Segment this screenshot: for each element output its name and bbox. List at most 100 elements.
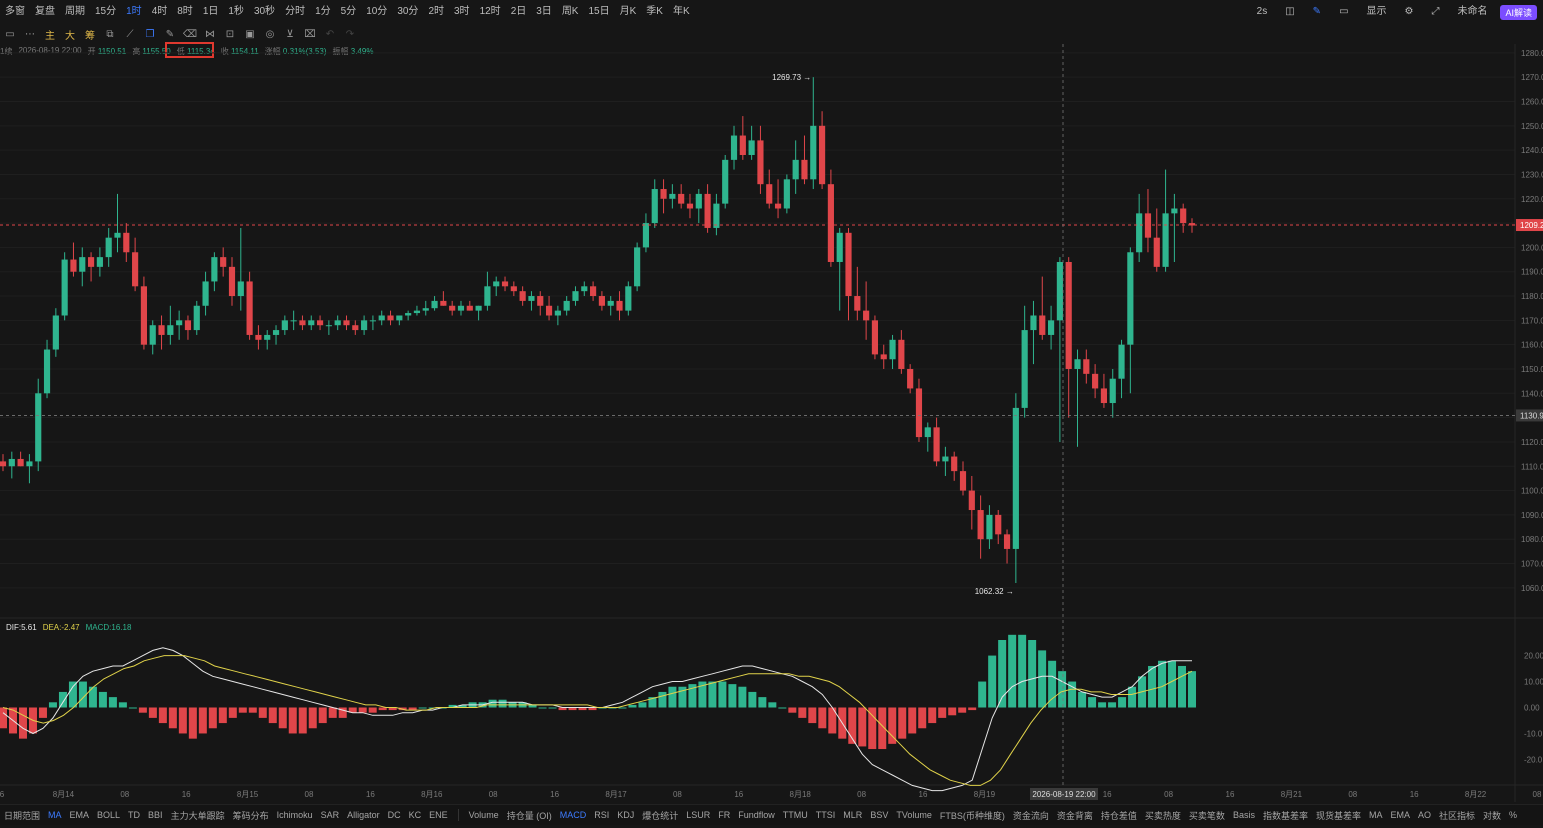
main-indicator-3[interactable]: BOLL: [93, 810, 124, 820]
price-tick-label: 1240.0: [1521, 146, 1543, 155]
main-indicator-8[interactable]: Ichimoku: [273, 810, 317, 820]
main-indicator-12[interactable]: KC: [405, 810, 426, 820]
sub-indicator-25[interactable]: AO: [1414, 810, 1435, 820]
macd-histogram-bar: [48, 702, 57, 708]
candle-body: [140, 286, 148, 345]
macd-histogram-bar: [1128, 686, 1137, 708]
candle-body: [801, 159, 808, 180]
sub-indicator-19[interactable]: 买卖笔数: [1185, 809, 1229, 822]
sub-indicator-2[interactable]: MACD: [556, 810, 591, 820]
candle-body: [272, 330, 280, 335]
time-tick-label: 08: [1164, 790, 1173, 799]
price-tick-label: 1270.0: [1521, 73, 1543, 82]
candle-body: [1109, 378, 1116, 404]
macd-histogram-bar: [1018, 634, 1027, 708]
macd-histogram-bar: [238, 707, 247, 713]
candle-body: [1127, 252, 1134, 345]
price-tick-label: 1080.0: [1521, 535, 1543, 544]
candle-body: [255, 334, 262, 340]
sub-indicator-28[interactable]: %: [1505, 810, 1521, 820]
macd-tick-label: 10.00: [1524, 678, 1543, 687]
candle-body: [114, 232, 121, 238]
sub-indicator-4[interactable]: KDJ: [613, 810, 638, 820]
sub-indicator-7[interactable]: FR: [714, 810, 734, 820]
sub-indicator-8[interactable]: Fundflow: [734, 810, 779, 820]
sub-indicator-10[interactable]: TTSI: [812, 810, 840, 820]
time-tick-label: 8月22: [1465, 790, 1487, 799]
main-indicator-10[interactable]: Alligator: [343, 810, 384, 820]
candle-body: [1153, 237, 1160, 267]
macd-tick-label: 20.00: [1524, 652, 1543, 661]
main-indicator-9[interactable]: SAR: [317, 810, 344, 820]
sub-indicator-12[interactable]: BSV: [866, 810, 892, 820]
candle-body: [924, 427, 931, 438]
sub-indicator-21[interactable]: 指数基差率: [1259, 809, 1312, 822]
candle-body: [378, 315, 385, 321]
main-indicator-6[interactable]: 主力大单跟踪: [167, 809, 229, 822]
sub-indicator-9[interactable]: TTMU: [779, 810, 812, 820]
sub-indicator-23[interactable]: MA: [1365, 810, 1387, 820]
sub-indicator-22[interactable]: 现货基差率: [1312, 809, 1365, 822]
candle-body: [484, 286, 491, 306]
sub-indicator-16[interactable]: 资金背离: [1053, 809, 1097, 822]
price-tick-label: 1220.0: [1521, 195, 1543, 204]
chart-overlays: 1209.2 1130.9 2026-08-19 22:00 1269.73 → 106…: [0, 44, 1543, 800]
main-indicator-2[interactable]: EMA: [66, 810, 94, 820]
sub-indicator-27[interactable]: 对数: [1479, 809, 1505, 822]
candle-body: [316, 320, 324, 326]
macd-histogram-bar: [498, 699, 507, 708]
price-tick-label: 1190.0: [1521, 268, 1543, 277]
main-indicator-0[interactable]: 日期范围: [0, 809, 44, 822]
macd-histogram-bar: [538, 707, 547, 709]
sub-indicator-1[interactable]: 持仓量 (OI): [503, 809, 556, 822]
price-chart[interactable]: 1280.0 1270.0 1260.0 1250.0 1240.0 1230.0 1220…: [0, 0, 1543, 802]
sub-indicator-3[interactable]: RSI: [590, 810, 613, 820]
main-indicator-13[interactable]: ENE: [425, 810, 452, 820]
sub-indicator-18[interactable]: 买卖热度: [1141, 809, 1185, 822]
sub-indicator-6[interactable]: LSUR: [682, 810, 714, 820]
candle-body: [669, 193, 676, 199]
candle-body: [1083, 359, 1090, 374]
macd-histogram-bar: [748, 691, 757, 708]
candle-body: [889, 339, 896, 360]
sub-indicator-15[interactable]: 资金流向: [1009, 809, 1053, 822]
price-tick-label: 1110.0: [1521, 462, 1543, 471]
sub-indicator-17[interactable]: 持仓差值: [1097, 809, 1141, 822]
candle-body: [79, 257, 86, 272]
sub-indicator-11[interactable]: MLR: [839, 810, 866, 820]
price-tick-label: 1140.0: [1521, 389, 1543, 398]
macd-histogram-bar: [158, 707, 167, 724]
main-indicator-7[interactable]: 筹码分布: [229, 809, 273, 822]
sub-indicator-26[interactable]: 社区指标: [1435, 809, 1479, 822]
main-indicator-4[interactable]: TD: [124, 810, 144, 820]
candle-body: [1056, 261, 1063, 321]
main-indicator-5[interactable]: BBI: [144, 810, 167, 820]
time-tick-label: 8月17: [605, 790, 627, 799]
time-tick-label: 08: [305, 790, 314, 799]
sub-indicator-14[interactable]: FTBS(币种维度): [936, 809, 1009, 822]
candle-body: [951, 456, 958, 472]
candle-body: [501, 281, 509, 287]
macd-histogram-bar: [118, 702, 127, 708]
macd-histogram-bar: [218, 707, 227, 724]
candle-body: [995, 514, 1002, 535]
candle-body: [405, 313, 412, 316]
sub-indicator-24[interactable]: EMA: [1386, 810, 1414, 820]
sub-indicator-13[interactable]: TVolume: [892, 810, 936, 820]
macd-histogram-bar: [288, 707, 297, 734]
price-tick-label: 1070.0: [1521, 560, 1543, 569]
main-indicator-11[interactable]: DC: [384, 810, 405, 820]
sub-indicator-5[interactable]: 爆仓统计: [638, 809, 682, 822]
sub-indicator-0[interactable]: Volume: [465, 810, 503, 820]
candle-body: [123, 232, 130, 253]
candle-body: [1136, 213, 1143, 253]
sub-indicator-20[interactable]: Basis: [1229, 810, 1259, 820]
main-indicator-1[interactable]: MA: [44, 810, 66, 820]
candle-body: [915, 388, 923, 438]
macd-histogram-bar: [898, 707, 907, 739]
macd-histogram-bar: [1168, 660, 1177, 708]
macd-histogram-bar: [308, 707, 317, 729]
candle-body: [686, 203, 694, 209]
candle-body: [845, 232, 852, 297]
candle-body: [942, 456, 949, 462]
